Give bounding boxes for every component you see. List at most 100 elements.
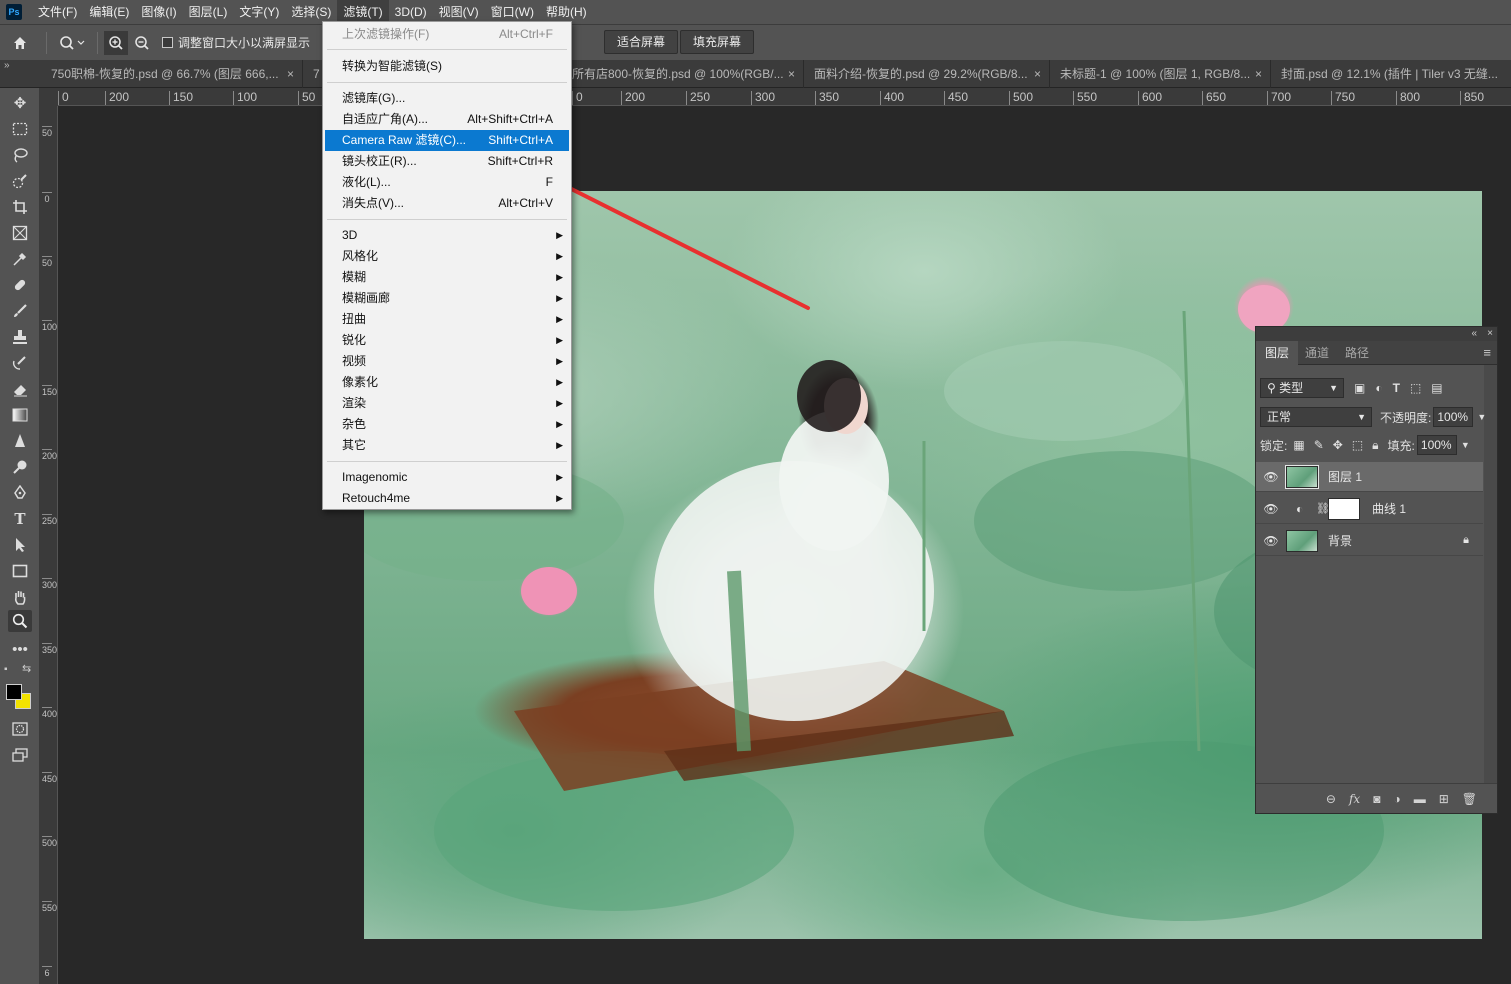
- tab-paths[interactable]: 路径: [1336, 341, 1378, 365]
- menu-layer[interactable]: 图层(L): [183, 0, 234, 24]
- type-tool-icon[interactable]: T: [8, 508, 32, 530]
- zoom-out-icon[interactable]: [128, 31, 156, 55]
- ruler-origin[interactable]: [40, 88, 58, 106]
- lasso-tool-icon[interactable]: [8, 144, 32, 166]
- vertical-ruler[interactable]: 50 0 50 100 150 200 250 300 350 400 450 …: [40, 106, 58, 984]
- path-selection-tool-icon[interactable]: [8, 534, 32, 556]
- lock-transparent-icon[interactable]: ▦: [1293, 438, 1304, 452]
- menu-item-video[interactable]: 视频 ▶: [325, 351, 569, 372]
- healing-brush-tool-icon[interactable]: [8, 274, 32, 296]
- eyedropper-tool-icon[interactable]: [8, 248, 32, 270]
- eye-icon[interactable]: 👁︎: [1256, 502, 1286, 516]
- lock-position-icon[interactable]: ✥: [1333, 438, 1343, 452]
- link-layers-icon[interactable]: ⊖: [1326, 792, 1336, 806]
- add-mask-icon[interactable]: ◙: [1373, 792, 1380, 806]
- menu-item-vanishing-point[interactable]: 消失点(V)... Alt+Ctrl+V: [325, 193, 569, 214]
- chevron-down-icon[interactable]: ▼: [1477, 412, 1486, 422]
- filter-type-icon[interactable]: T: [1393, 381, 1400, 395]
- filter-adjustment-icon[interactable]: ◐: [1375, 381, 1382, 395]
- menu-item-liquify[interactable]: 液化(L)... F: [325, 172, 569, 193]
- zoom-tool-preset-icon[interactable]: [53, 31, 91, 55]
- rectangle-tool-icon[interactable]: [8, 560, 32, 582]
- tab-document-4[interactable]: 面料介绍-恢复的.psd @ 29.2%(RGB/8... ×: [804, 60, 1050, 88]
- fx-icon[interactable]: fx: [1349, 792, 1360, 806]
- tab-document-6[interactable]: 封面.psd @ 12.1% (插件 | Tiler v3 无缝...: [1271, 60, 1511, 88]
- menu-item-convert-smart-filter[interactable]: 转换为智能滤镜(S): [325, 56, 569, 77]
- swap-colors-icon[interactable]: ⇆: [22, 662, 31, 675]
- tab-layers[interactable]: 图层: [1256, 341, 1299, 365]
- lock-image-icon[interactable]: ✎: [1314, 438, 1324, 452]
- layer-row-curves1[interactable]: 👁︎ ◐ ⛓︎ 曲线 1: [1256, 494, 1483, 524]
- move-tool-icon[interactable]: ✥: [8, 92, 32, 114]
- default-colors-icon[interactable]: ▪: [4, 664, 8, 675]
- collapse-panel-icon[interactable]: «: [1471, 327, 1477, 341]
- menu-item-render[interactable]: 渲染 ▶: [325, 393, 569, 414]
- trash-icon[interactable]: 🗑︎: [1462, 792, 1477, 806]
- close-icon[interactable]: ×: [287, 60, 294, 88]
- opacity-input[interactable]: 100%: [1433, 407, 1474, 427]
- filter-smart-object-icon[interactable]: ▤: [1431, 381, 1442, 395]
- frame-tool-icon[interactable]: [8, 222, 32, 244]
- eye-icon[interactable]: 👁︎: [1256, 534, 1286, 548]
- collapse-toolbar-icon[interactable]: »: [4, 60, 10, 71]
- horizontal-ruler[interactable]: 0 200 150 100 50 0 200 250 300 350 400 4…: [58, 88, 1511, 106]
- menu-type[interactable]: 文字(Y): [233, 0, 285, 24]
- eye-icon[interactable]: 👁︎: [1256, 470, 1286, 484]
- close-icon[interactable]: ×: [1255, 60, 1262, 88]
- close-icon[interactable]: ×: [1034, 60, 1041, 88]
- home-icon[interactable]: [0, 31, 40, 55]
- menu-image[interactable]: 图像(I): [135, 0, 182, 24]
- menu-item-blur-gallery[interactable]: 模糊画廊 ▶: [325, 288, 569, 309]
- tab-document-5[interactable]: 未标题-1 @ 100% (图层 1, RGB/8... ×: [1050, 60, 1271, 88]
- menu-item-adaptive-wide-angle[interactable]: 自适应广角(A)... Alt+Shift+Ctrl+A: [325, 109, 569, 130]
- menu-item-lens-correction[interactable]: 镜头校正(R)... Shift+Ctrl+R: [325, 151, 569, 172]
- new-group-icon[interactable]: ▬: [1414, 792, 1426, 806]
- menu-file[interactable]: 文件(F): [32, 0, 83, 24]
- screen-mode-icon[interactable]: [8, 744, 32, 766]
- lock-all-icon[interactable]: 🔒︎: [1372, 438, 1378, 453]
- resize-windows-checkbox[interactable]: 调整窗口大小以满屏显示: [162, 31, 310, 55]
- clone-stamp-tool-icon[interactable]: [8, 326, 32, 348]
- quick-selection-tool-icon[interactable]: [8, 170, 32, 192]
- new-adjustment-layer-icon[interactable]: ◑: [1393, 792, 1400, 806]
- link-chain-icon[interactable]: ⛓︎: [1316, 502, 1330, 515]
- tab-document-1[interactable]: 750职棉-恢复的.psd @ 66.7% (图层 666,... ×: [41, 60, 303, 88]
- menu-item-blur[interactable]: 模糊 ▶: [325, 267, 569, 288]
- layer-row-layer1[interactable]: 👁︎ 图层 1: [1256, 462, 1483, 492]
- quick-mask-icon[interactable]: [8, 718, 32, 740]
- dodge-tool-icon[interactable]: [8, 456, 32, 478]
- blend-mode-select[interactable]: 正常 ▼: [1260, 407, 1372, 427]
- marquee-tool-icon[interactable]: [8, 118, 32, 140]
- hand-tool-icon[interactable]: [8, 586, 32, 608]
- menu-item-noise[interactable]: 杂色 ▶: [325, 414, 569, 435]
- menu-item-3d[interactable]: 3D ▶: [325, 225, 569, 246]
- menu-item-retouch4me[interactable]: Retouch4me ▶: [325, 488, 569, 509]
- chevron-down-icon[interactable]: ▼: [1461, 440, 1470, 450]
- menu-item-camera-raw-filter[interactable]: Camera Raw 滤镜(C)... Shift+Ctrl+A: [325, 130, 569, 151]
- menu-item-pixelate[interactable]: 像素化 ▶: [325, 372, 569, 393]
- zoom-tool-icon[interactable]: [8, 610, 32, 632]
- menu-item-distort[interactable]: 扭曲 ▶: [325, 309, 569, 330]
- menu-item-sharpen[interactable]: 锐化 ▶: [325, 330, 569, 351]
- gradient-tool-icon[interactable]: [8, 404, 32, 426]
- history-brush-tool-icon[interactable]: [8, 352, 32, 374]
- crop-tool-icon[interactable]: [8, 196, 32, 218]
- layer-mask-thumbnail[interactable]: [1328, 497, 1360, 520]
- layer-kind-filter[interactable]: ⚲ 类型 ▼: [1260, 378, 1344, 398]
- foreground-color-swatch[interactable]: [6, 684, 22, 700]
- menu-edit[interactable]: 编辑(E): [83, 0, 135, 24]
- menu-item-other[interactable]: 其它 ▶: [325, 435, 569, 456]
- tab-channels[interactable]: 通道: [1296, 341, 1338, 365]
- filter-shape-icon[interactable]: ⬚: [1410, 381, 1421, 395]
- fit-screen-button[interactable]: 适合屏幕: [604, 30, 679, 54]
- menu-item-filter-gallery[interactable]: 滤镜库(G)...: [325, 88, 569, 109]
- checkbox-box[interactable]: [162, 37, 173, 48]
- fill-input[interactable]: 100%: [1416, 435, 1457, 455]
- menu-item-imagenomic[interactable]: Imagenomic ▶: [325, 467, 569, 488]
- fill-screen-button[interactable]: 填充屏幕: [680, 30, 755, 54]
- new-layer-icon[interactable]: ⊞: [1439, 792, 1449, 806]
- blur-tool-icon[interactable]: [8, 430, 32, 452]
- panel-menu-icon[interactable]: ≡: [1483, 345, 1491, 360]
- pen-tool-icon[interactable]: [8, 482, 32, 504]
- more-tools-icon[interactable]: •••: [8, 638, 32, 660]
